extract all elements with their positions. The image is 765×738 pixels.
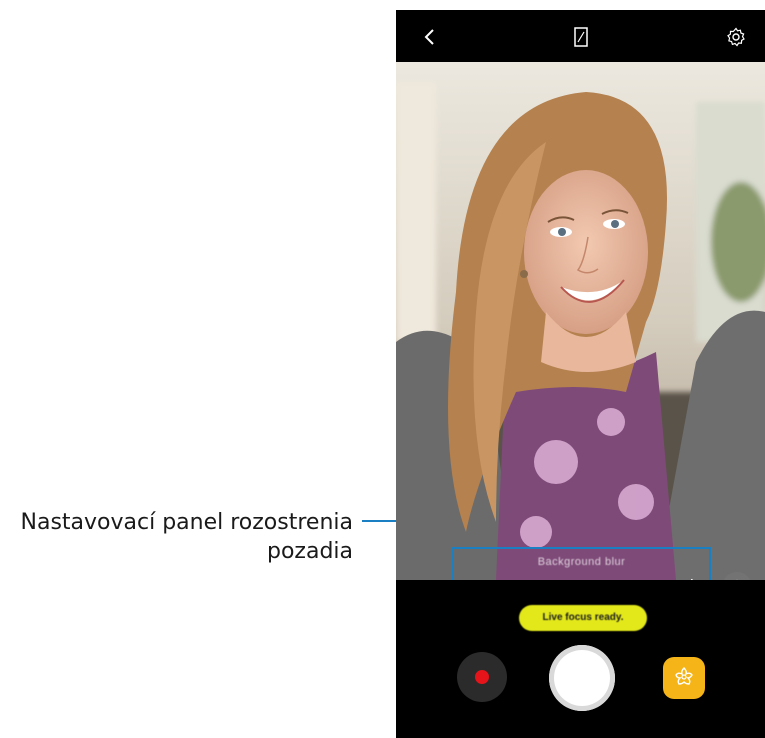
- background-blur-panel[interactable]: Background blur − +: [452, 547, 711, 580]
- record-icon: [475, 670, 489, 684]
- callout-line-2: pozadia: [266, 539, 353, 564]
- shutter-button[interactable]: [549, 645, 615, 711]
- aspect-ratio-button[interactable]: [568, 24, 594, 50]
- chevron-left-icon: [424, 29, 434, 45]
- callout-line-1: Nastavovací panel rozostrenia: [20, 510, 353, 535]
- sticker-button[interactable]: [663, 657, 705, 699]
- selfie-photo: [396, 62, 765, 580]
- aspect-ratio-icon: [574, 27, 588, 47]
- record-button[interactable]: [457, 652, 507, 702]
- gear-icon: [727, 27, 745, 47]
- camera-viewfinder[interactable]: Background blur − +: [396, 62, 765, 580]
- callout-label: Nastavovací panel rozostrenia pozadia: [13, 508, 353, 566]
- back-button[interactable]: [417, 24, 443, 50]
- camera-top-bar: [396, 10, 765, 62]
- phone-screen: Background blur − + Live focus ready.: [396, 10, 765, 738]
- blur-panel-label: Background blur: [537, 556, 626, 568]
- camera-bottom-bar: Live focus ready.: [396, 580, 765, 738]
- settings-button[interactable]: [723, 24, 749, 50]
- live-focus-status-badge: Live focus ready.: [519, 605, 647, 631]
- flower-sticker-icon: [675, 667, 693, 685]
